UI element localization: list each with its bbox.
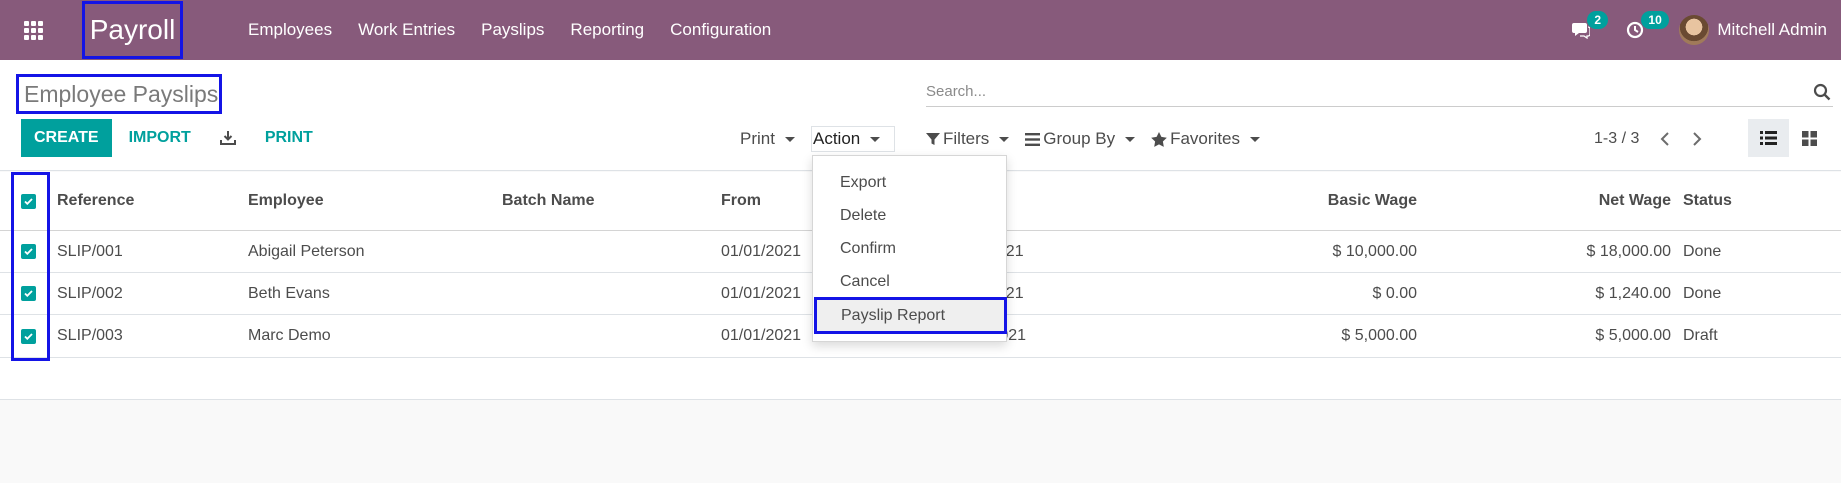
column-net-wage[interactable]: Net Wage: [1430, 172, 1671, 230]
cell-reference: SLIP/002: [57, 284, 123, 302]
kanban-view-icon[interactable]: [1789, 119, 1830, 157]
action-confirm[interactable]: Confirm: [813, 232, 1008, 265]
action-dropdown-label: Action: [813, 129, 861, 148]
print-dropdown-label: Print: [740, 129, 775, 148]
cell-basic-wage: $ 0.00: [1372, 284, 1417, 302]
user-menu[interactable]: Mitchell Admin: [1679, 15, 1827, 45]
search-bar: [926, 77, 1833, 107]
caret-down-icon: [1250, 136, 1261, 142]
action-buttons: CREATE IMPORT PRINT: [21, 119, 330, 157]
favorites-toggle[interactable]: Favorites: [1151, 129, 1261, 149]
group-by-label: Group By: [1043, 129, 1116, 148]
action-delete[interactable]: Delete: [813, 199, 1008, 232]
filters-label: Filters: [943, 129, 990, 148]
cell-status: Done: [1683, 242, 1722, 260]
column-from[interactable]: From: [721, 172, 761, 230]
menu-payslips[interactable]: Payslips: [468, 20, 557, 40]
caret-down-icon: [870, 136, 881, 142]
cell-net-wage: $ 1,240.00: [1595, 284, 1671, 302]
systray: 2 10 Mitchell Admin: [1571, 0, 1841, 60]
cell-reference: SLIP/001: [57, 242, 123, 260]
chevron-right-icon[interactable]: [1681, 132, 1713, 146]
action-cancel[interactable]: Cancel: [813, 265, 1008, 298]
pager-value[interactable]: 1-3 / 3: [1594, 130, 1639, 148]
cell-from: 01/01/2021: [721, 242, 802, 260]
checkbox-column-highlight: [11, 172, 50, 361]
download-icon[interactable]: [216, 126, 240, 150]
action-payslip-report[interactable]: Payslip Report: [814, 297, 1007, 334]
cell-basic-wage: $ 5,000.00: [1341, 327, 1417, 344]
cell-reference: SLIP/003: [57, 327, 123, 344]
caret-down-icon: [784, 136, 795, 142]
menu-employees[interactable]: Employees: [235, 20, 345, 40]
star-icon: [1151, 131, 1167, 147]
column-employee[interactable]: Employee: [248, 172, 324, 230]
print-button[interactable]: PRINT: [248, 129, 330, 147]
chevron-left-icon[interactable]: [1649, 132, 1681, 146]
menu-work-entries[interactable]: Work Entries: [345, 20, 468, 40]
cell-status: Done: [1683, 284, 1722, 302]
activities-menu[interactable]: 10: [1625, 11, 1669, 40]
import-button[interactable]: IMPORT: [112, 129, 208, 147]
favorites-label: Favorites: [1170, 129, 1241, 148]
menu-reporting[interactable]: Reporting: [557, 20, 657, 40]
app-brand[interactable]: Payroll: [82, 1, 183, 59]
column-reference[interactable]: Reference: [57, 172, 134, 230]
column-batch-name[interactable]: Batch Name: [502, 172, 594, 230]
search-icon[interactable]: [1811, 81, 1833, 103]
activities-badge: 10: [1641, 11, 1669, 29]
pager: 1-3 / 3: [1594, 126, 1713, 152]
search-options: Filters Group By Favorites: [926, 126, 1276, 152]
user-name: Mitchell Admin: [1717, 20, 1827, 39]
column-basic-wage[interactable]: Basic Wage: [1180, 172, 1417, 230]
cell-from: 01/01/2021: [721, 284, 802, 302]
cell-from: 01/01/2021: [721, 327, 802, 344]
caret-down-icon: [1125, 136, 1136, 142]
caret-down-icon: [999, 136, 1010, 142]
create-button[interactable]: CREATE: [21, 119, 112, 157]
action-dropdown[interactable]: Action: [811, 126, 896, 152]
cell-employee: Abigail Peterson: [248, 242, 365, 260]
cell-basic-wage: $ 10,000.00: [1332, 242, 1417, 260]
column-status[interactable]: Status: [1683, 172, 1732, 230]
menu-configuration[interactable]: Configuration: [657, 20, 784, 40]
cell-employee: Beth Evans: [248, 284, 330, 302]
filter-icon: [926, 133, 940, 145]
action-export[interactable]: Export: [813, 166, 1008, 199]
top-navbar: Payroll Employees Work Entries Payslips …: [0, 0, 1841, 60]
avatar: [1679, 15, 1710, 45]
messages-badge: 2: [1587, 11, 1609, 29]
messages-menu[interactable]: 2: [1571, 11, 1609, 40]
filters-toggle[interactable]: Filters: [926, 129, 1010, 149]
search-input[interactable]: [926, 83, 1811, 100]
apps-menu-icon[interactable]: [0, 0, 66, 60]
main-menu: Employees Work Entries Payslips Reportin…: [235, 0, 784, 60]
cell-net-wage: $ 18,000.00: [1586, 242, 1671, 260]
action-menu: Export Delete Confirm Cancel Payslip Rep…: [812, 155, 1007, 342]
cell-status: Draft: [1683, 327, 1718, 344]
bars-icon: [1025, 132, 1041, 146]
cell-net-wage: $ 5,000.00: [1595, 327, 1671, 344]
page-title: Employee Payslips: [16, 74, 222, 114]
cell-employee: Marc Demo: [248, 327, 331, 344]
view-switcher: [1748, 119, 1830, 157]
print-dropdown[interactable]: Print: [740, 126, 795, 152]
list-view-icon[interactable]: [1748, 119, 1789, 157]
group-by-toggle[interactable]: Group By: [1025, 129, 1136, 149]
